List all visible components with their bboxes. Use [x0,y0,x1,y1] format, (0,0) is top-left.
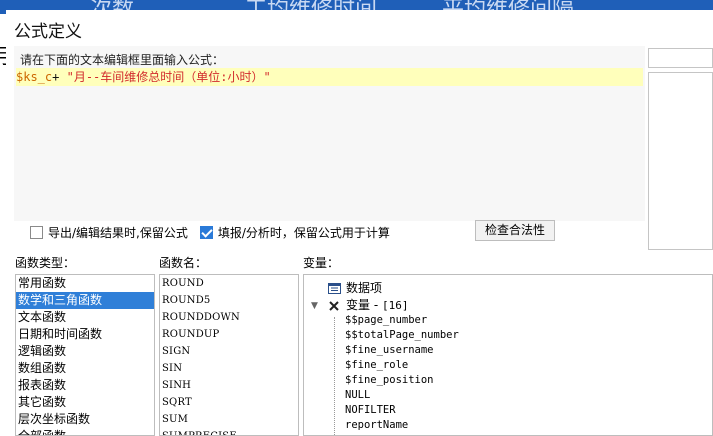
variable-item[interactable]: $fine_username [304,343,712,358]
function-type-item[interactable]: 层次坐标函数 [16,411,154,428]
variable-item[interactable]: reportName [304,418,712,433]
check-validity-button[interactable]: 检查合法性 [475,220,555,241]
function-type-item[interactable]: 报表函数 [16,377,154,394]
function-names-list[interactable]: ROUND ROUND5 ROUNDDOWN ROUNDUP SIGN SIN … [159,274,299,436]
function-name-item[interactable]: ROUND5 [160,292,298,309]
function-name-item[interactable]: SIGN [160,343,298,360]
variable-item[interactable]: NOFILTER [304,403,712,418]
function-name-item[interactable]: ROUND [160,275,298,292]
keep-formula-export-checkbox[interactable] [30,225,43,239]
variables-node-label: 变量 [346,298,371,312]
variable-item-label: $$page_number [345,314,428,326]
formula-operator: + [52,70,60,84]
keep-formula-fill-checkbox[interactable] [199,225,213,239]
dialog-title: 公式定义 [14,22,82,42]
formula-text[interactable]: $ks_c+ "月--车间维修总时间（单位:小时）" [16,68,643,86]
function-name-item[interactable]: ROUNDDOWN [160,309,298,326]
function-name-item[interactable]: SUMPRECISE [160,428,298,435]
data-items-label: 数据项 [346,281,383,295]
tree-node-variables[interactable]: ▼ 变量 - [16] [304,298,712,313]
function-type-item[interactable]: 常用函数 [16,275,154,292]
function-types-label: 函数类型： [15,256,76,270]
keep-formula-export-label[interactable]: 导出/编辑结果时,保留公式 [48,224,188,241]
function-type-item-selected[interactable]: 数学和三角函数 [16,292,154,309]
function-type-item[interactable]: 文本函数 [16,309,154,326]
function-type-item[interactable]: 数组函数 [16,360,154,377]
function-name-item[interactable]: SIN [160,360,298,377]
options-row: 导出/编辑结果时,保留公式 填报/分析时，保留公式用于计算 [30,222,390,242]
function-type-item[interactable]: 逻辑函数 [16,343,154,360]
function-names-label: 函数名： [159,256,208,270]
variable-x-icon [329,301,339,311]
function-name-item[interactable]: SQRT [160,394,298,411]
variable-item-label: NULL [345,389,371,401]
side-search-input[interactable] [648,48,713,68]
variables-tree[interactable]: 数据项 ▼ 变量 - [16] $$page_number $$totalPag… [303,274,713,436]
editor-instruction: 请在下面的文本编辑框里面输入公式： [20,53,225,67]
variable-item-label: $fine_position [345,374,434,386]
function-name-item[interactable]: SUM [160,411,298,428]
function-types-list[interactable]: 常用函数 数学和三角函数 文本函数 日期和时间函数 逻辑函数 数组函数 报表函数… [15,274,155,436]
function-type-item[interactable]: 全部函数 [16,428,154,435]
variables-label: 变量： [303,256,340,270]
table-icon [328,283,341,294]
variable-item-label: $fine_username [345,344,434,356]
formula-definition-dialog: 公式定义 请在下面的文本编辑框里面输入公式： $ks_c+ "月--车间维修总时… [6,10,713,436]
keep-formula-fill-label[interactable]: 填报/分析时，保留公式用于计算 [218,224,390,241]
variable-item[interactable]: NULL [304,388,712,403]
function-name-item[interactable]: SINH [160,377,298,394]
formula-editor-area[interactable]: 请在下面的文本编辑框里面输入公式： $ks_c+ "月--车间维修总时间（单位:… [14,46,645,221]
variable-item[interactable]: $fine_role [304,358,712,373]
variable-item[interactable]: $$totalPage_number [304,328,712,343]
variable-item-label: reportName [345,419,409,431]
triangle-down-icon[interactable]: ▼ [311,299,318,314]
function-type-item[interactable]: 其它函数 [16,394,154,411]
variable-item-label: $$totalPage_number [345,329,459,341]
function-name-item[interactable]: ROUNDUP [160,326,298,343]
variable-item-label: $fine_role [345,359,409,371]
variable-item[interactable]: $fine_position [304,373,712,388]
side-description-panel [648,72,713,250]
function-type-item[interactable]: 日期和时间函数 [16,326,154,343]
formula-variable: $ks_c [16,70,53,84]
variables-count: [16] [381,299,409,312]
variable-item[interactable]: $$page_number [304,313,712,328]
variable-item-label: NOFILTER [345,404,396,416]
tree-node-data-items[interactable]: 数据项 [304,281,712,296]
formula-string: "月--车间维修总时间（单位:小时）" [66,70,271,84]
